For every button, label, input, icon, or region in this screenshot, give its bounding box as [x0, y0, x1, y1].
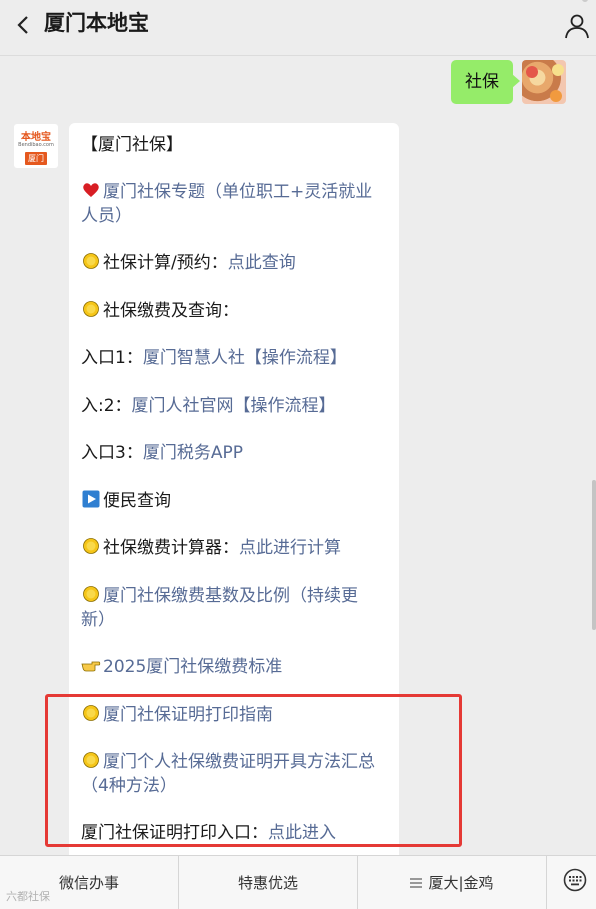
avatar-city: 厦门	[25, 152, 47, 165]
item-label: 入口1：	[81, 348, 143, 368]
list-item[interactable]: 2025厦门社保缴费标准	[81, 655, 391, 679]
user-avatar[interactable]	[522, 60, 566, 104]
item-link[interactable]: 厦门智慧人社【操作流程】	[143, 348, 347, 368]
bot-avatar[interactable]: 本地宝 Bendibao.com 厦门	[14, 124, 58, 168]
heart-icon	[83, 183, 99, 197]
list-item: 社保缴费及查询：	[81, 299, 391, 323]
item-label: 社保缴费及查询：	[103, 301, 239, 321]
list-item[interactable]: 社保计算/预约：点此查询	[81, 251, 391, 275]
menu-icon	[410, 878, 423, 888]
list-item[interactable]: 入:2：厦门人社官网【操作流程】	[81, 394, 391, 418]
sun-icon	[83, 253, 99, 269]
list-item[interactable]: 社保缴费计算器：点此进行计算	[81, 536, 391, 560]
avatar-brand: 本地宝	[21, 132, 51, 143]
highlight-box	[45, 694, 462, 847]
list-item: 便民查询	[81, 489, 391, 513]
item-link[interactable]: 点此查询	[228, 253, 296, 273]
profile-icon[interactable]	[564, 13, 590, 39]
play-icon	[82, 490, 100, 508]
tab-xiada-jinji[interactable]: 厦大|金鸡	[358, 856, 546, 909]
link-text[interactable]: 厦门社保专题（单位职工+灵活就业	[103, 182, 372, 202]
sun-icon	[83, 586, 99, 602]
item-label: 入口3：	[81, 443, 143, 463]
item-label: 社保计算/预约：	[103, 253, 228, 273]
item-link[interactable]: 2025厦门社保缴费标准	[103, 657, 282, 677]
list-item[interactable]: 厦门社保缴费基数及比例（持续更新）	[81, 584, 391, 632]
menu-divider	[546, 856, 547, 909]
status-dot	[582, 0, 588, 2]
item-link[interactable]: 厦门税务APP	[143, 443, 243, 463]
chat-title: 厦门本地宝	[44, 11, 149, 35]
bottom-menu: 微信办事 特惠优选 厦大|金鸡	[0, 855, 596, 909]
keyboard-icon[interactable]	[563, 868, 587, 892]
item-label: 社保缴费计算器：	[103, 538, 239, 558]
list-item[interactable]: 入口1：厦门智慧人社【操作流程】	[81, 346, 391, 370]
sun-icon	[83, 538, 99, 554]
card-heading: 【厦门社保】	[81, 135, 183, 155]
sun-icon	[83, 301, 99, 317]
item-label: 入:2：	[81, 396, 132, 416]
item-link[interactable]: 厦门人社官网【操作流程】	[132, 396, 336, 416]
item-label: 便民查询	[103, 491, 171, 511]
item-link[interactable]: 厦门社保缴费基数及比例（持续更	[103, 586, 358, 606]
tab-special-offers[interactable]: 特惠优选	[179, 856, 357, 909]
watermark: 六都社保	[6, 890, 50, 903]
avatar-domain: Bendibao.com	[18, 142, 54, 148]
list-item[interactable]: 入口3：厦门税务APP	[81, 441, 391, 465]
list-item[interactable]: 厦门社保专题（单位职工+灵活就业人员）	[81, 180, 391, 228]
user-message-bubble[interactable]: 社保	[451, 60, 520, 104]
link-text-cont[interactable]: 人员）	[81, 206, 132, 226]
item-link[interactable]: 点此进行计算	[239, 538, 341, 558]
chat-header: 厦门本地宝	[0, 0, 596, 56]
pointing-hand-icon	[81, 661, 101, 672]
item-link-cont[interactable]: 新）	[81, 610, 115, 630]
tab-label: 厦大|金鸡	[428, 874, 494, 892]
back-arrow-icon[interactable]	[12, 10, 36, 40]
scrollbar[interactable]	[592, 480, 596, 630]
